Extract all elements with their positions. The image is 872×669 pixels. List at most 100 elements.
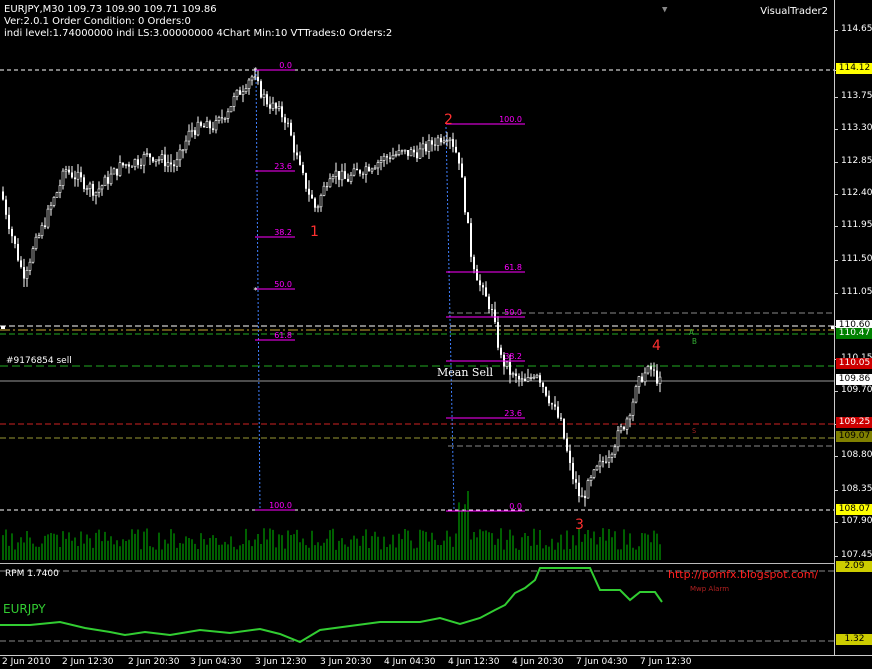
candle-body bbox=[257, 76, 259, 82]
indicator-separator bbox=[0, 563, 834, 564]
candle-body bbox=[610, 453, 614, 458]
candle-body bbox=[326, 186, 328, 188]
price-scale[interactable]: 114.65114.25113.75113.30112.85112.40111.… bbox=[834, 0, 872, 655]
candle-body bbox=[205, 120, 209, 128]
candle-body bbox=[364, 166, 368, 175]
candle-body bbox=[28, 261, 32, 271]
candle-body bbox=[434, 144, 436, 146]
candle-body bbox=[356, 168, 358, 171]
candle-body bbox=[296, 152, 298, 156]
candle-body bbox=[271, 102, 275, 109]
candle-body bbox=[187, 130, 191, 142]
candle-body bbox=[545, 387, 547, 396]
candle-body bbox=[391, 155, 395, 160]
candle-body bbox=[448, 138, 452, 141]
wave-label: 3 bbox=[575, 517, 584, 533]
price-tick-label: 113.30 bbox=[841, 123, 872, 133]
candle-body bbox=[322, 185, 326, 196]
candle-body bbox=[46, 208, 50, 228]
price-tick-label: 114.65 bbox=[841, 24, 872, 34]
price-tick-mark bbox=[835, 30, 838, 31]
candle-body bbox=[479, 280, 481, 286]
price-tick-label: 111.50 bbox=[841, 254, 872, 264]
candle-body bbox=[575, 479, 577, 483]
candle-body bbox=[461, 163, 463, 178]
mean-sell-label: Mean Sell bbox=[437, 366, 493, 379]
indicator-symbol: EURJPY bbox=[3, 602, 46, 616]
price-tick-label: 107.90 bbox=[841, 516, 872, 526]
candle-body bbox=[44, 225, 46, 228]
candle-body bbox=[532, 376, 536, 379]
candle-body bbox=[109, 173, 113, 185]
price-tick-label: 109.70 bbox=[841, 385, 872, 395]
candle-body bbox=[470, 223, 472, 257]
candle-body bbox=[83, 177, 85, 189]
level-b-label: B bbox=[692, 337, 697, 346]
candle-body bbox=[212, 128, 214, 130]
indicator-bottom-label: 1.32 bbox=[836, 634, 872, 645]
candle-body bbox=[455, 146, 457, 153]
candle-body bbox=[128, 164, 130, 167]
price-chart[interactable]: 0.0 23.6 38.2 50.0 61.8 100.0 100.0 61.8 50.0 38.… bbox=[0, 0, 834, 563]
level-a-label: A bbox=[689, 328, 694, 337]
candle-body bbox=[359, 170, 361, 174]
candle-body bbox=[124, 164, 128, 166]
candle-body bbox=[316, 206, 320, 209]
candle-body bbox=[85, 188, 89, 190]
candle-body bbox=[55, 192, 59, 198]
candle-body bbox=[340, 170, 344, 181]
candle-body bbox=[413, 149, 415, 153]
candle-body bbox=[464, 177, 466, 213]
candle-body bbox=[518, 375, 520, 380]
candle-body bbox=[625, 418, 629, 430]
time-axis[interactable]: 2 Jun 2010 2 Jun 12:30 2 Jun 20:30 3 Jun 04… bbox=[0, 655, 872, 669]
fib-label-left: 61.8 bbox=[274, 331, 292, 340]
candle-body bbox=[52, 197, 56, 206]
candle-body bbox=[145, 153, 149, 156]
price-highlight-label: 109.86 bbox=[836, 374, 872, 385]
candle-body bbox=[373, 167, 377, 170]
candle-body bbox=[140, 164, 142, 166]
candle-body bbox=[653, 369, 655, 371]
time-tick-label: 4 Jun 12:30 bbox=[448, 657, 500, 667]
candle-body bbox=[88, 183, 92, 189]
candle-body bbox=[431, 140, 433, 145]
candle-body bbox=[299, 155, 301, 165]
candle-body bbox=[221, 117, 223, 119]
candle-body bbox=[253, 76, 257, 79]
candle-body bbox=[74, 177, 76, 180]
candle-body bbox=[511, 373, 515, 376]
price-tick-mark bbox=[835, 194, 838, 195]
price-tick-mark bbox=[835, 226, 838, 227]
price-tick-mark bbox=[835, 97, 838, 98]
candle-body bbox=[607, 457, 611, 463]
candle-body bbox=[226, 111, 230, 119]
time-tick-label: 3 Jun 12:30 bbox=[255, 657, 307, 667]
candle-body bbox=[229, 106, 233, 113]
price-tick-label: 108.80 bbox=[841, 450, 872, 460]
candle-body bbox=[352, 168, 356, 176]
candle-body bbox=[520, 378, 524, 380]
fib-label-right: 0.0 bbox=[509, 502, 522, 511]
candle-body bbox=[569, 450, 571, 463]
candle-body bbox=[656, 370, 658, 384]
candle-body bbox=[473, 256, 475, 270]
candle-body bbox=[551, 403, 553, 405]
candle-body bbox=[277, 106, 281, 109]
candle-body bbox=[235, 89, 239, 97]
candle-body bbox=[539, 375, 541, 383]
candle-body bbox=[382, 155, 386, 161]
candle-body bbox=[515, 373, 517, 376]
candle-body bbox=[71, 172, 73, 178]
wave-label: 2 bbox=[444, 112, 453, 128]
candle-body bbox=[5, 199, 7, 215]
price-tick-mark bbox=[835, 556, 838, 557]
candle-body bbox=[440, 137, 442, 143]
candle-body bbox=[592, 469, 596, 478]
candle-body bbox=[563, 418, 565, 439]
candle-body bbox=[605, 461, 607, 463]
candle-body bbox=[203, 125, 205, 128]
candle-body bbox=[442, 140, 446, 143]
candle-body bbox=[634, 386, 638, 403]
time-tick-label: 7 Jun 04:30 bbox=[576, 657, 628, 667]
